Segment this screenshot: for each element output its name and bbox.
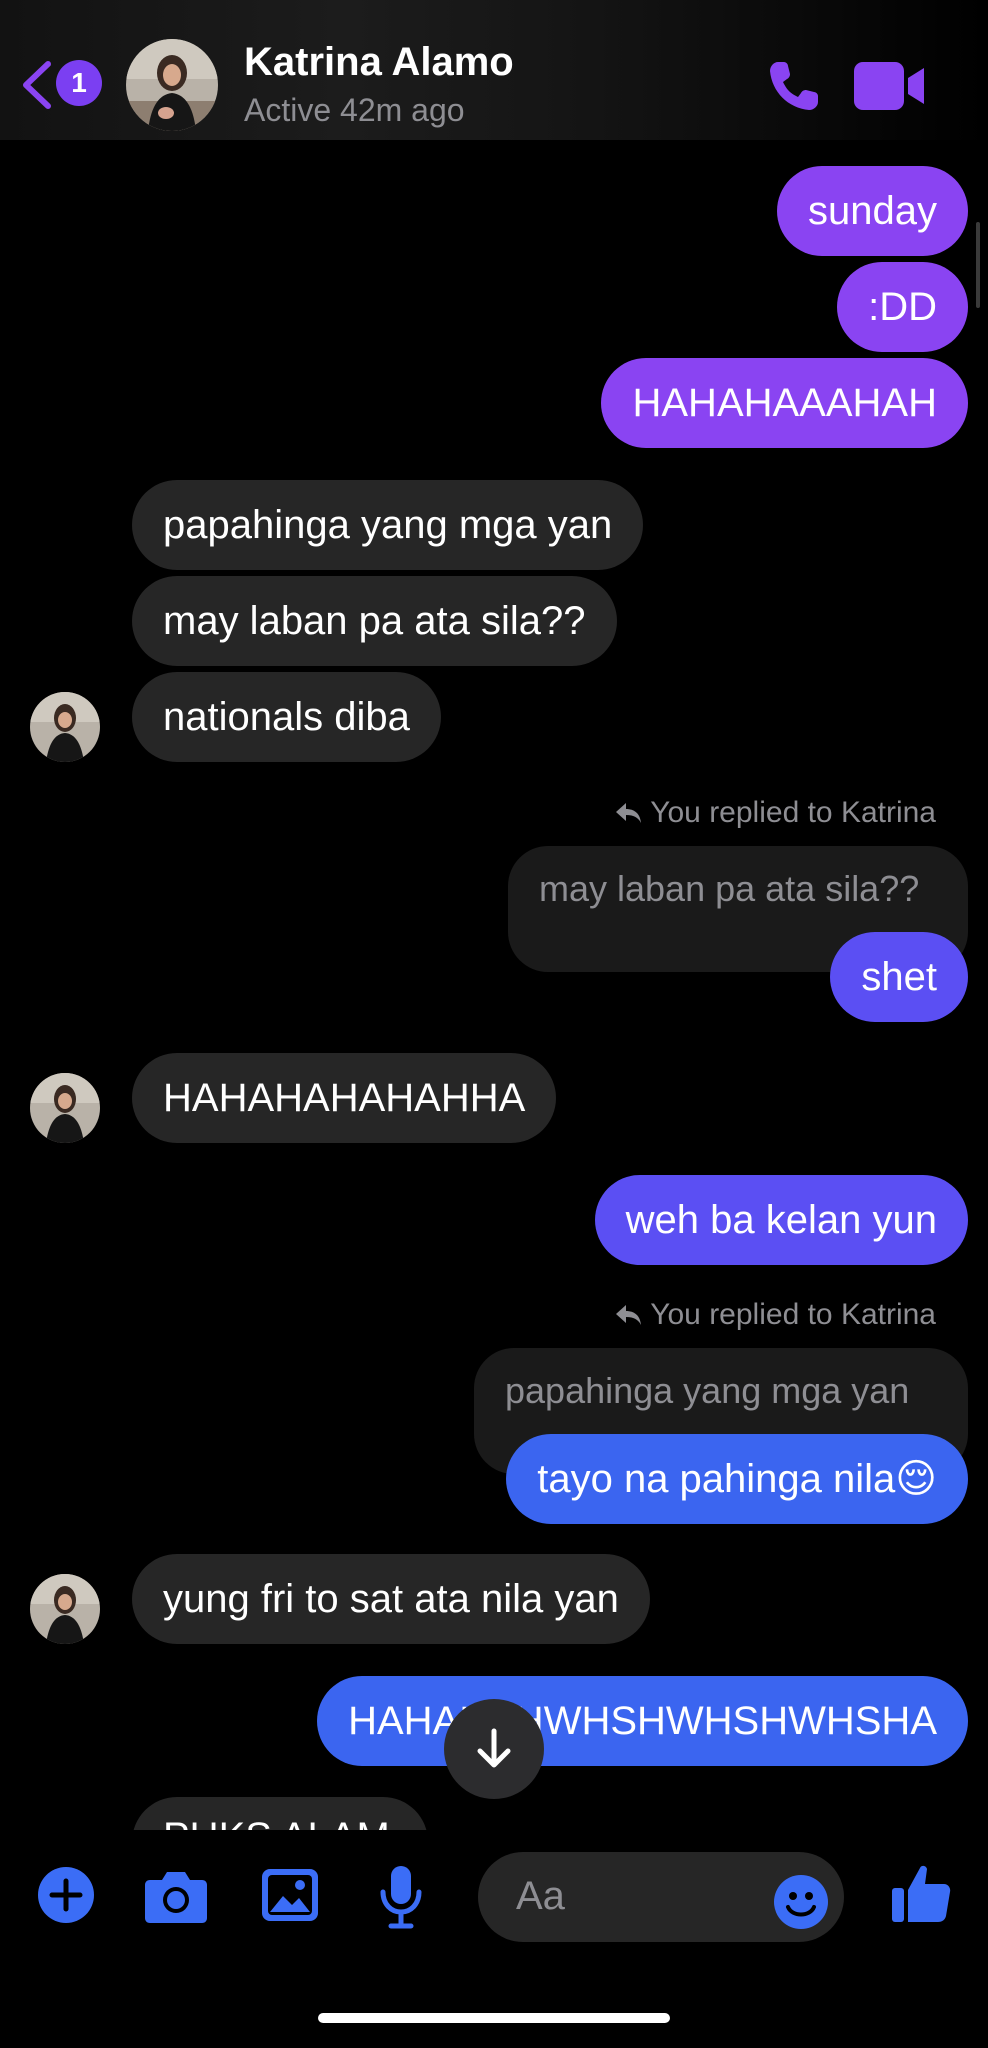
image-icon bbox=[262, 1869, 318, 1921]
phone-icon bbox=[770, 62, 818, 110]
incoming-message[interactable]: yung fri to sat ata nila yan bbox=[132, 1554, 650, 1644]
back-button[interactable]: 1 bbox=[20, 52, 110, 116]
video-call-button[interactable] bbox=[852, 58, 928, 114]
active-status: Active 42m ago bbox=[244, 92, 465, 128]
outgoing-message[interactable]: weh ba kelan yun bbox=[594, 1175, 968, 1265]
outgoing-message[interactable]: :DD bbox=[837, 262, 968, 352]
incoming-message[interactable]: may laban pa ata sila?? bbox=[132, 576, 617, 666]
outgoing-message[interactable]: HAHAHAAAHAH bbox=[601, 358, 968, 448]
reply-indicator: You replied to Katrina bbox=[614, 1298, 936, 1332]
reply-label-text: You replied to Katrina bbox=[650, 1298, 936, 1331]
outgoing-message[interactable]: HAHAHAHWHSHWHSHWHSHA bbox=[317, 1676, 968, 1766]
message-input-placeholder: Aa bbox=[516, 1874, 565, 1918]
scroll-to-bottom-button[interactable] bbox=[444, 1699, 544, 1799]
arrow-down-icon bbox=[477, 1728, 511, 1768]
gallery-button[interactable] bbox=[261, 1868, 319, 1922]
camera-icon bbox=[145, 1872, 207, 1923]
outgoing-message[interactable]: sunday bbox=[777, 166, 968, 256]
microphone-icon bbox=[380, 1866, 422, 1929]
thumbs-up-icon bbox=[892, 1865, 951, 1922]
outgoing-message[interactable]: shet bbox=[830, 932, 968, 1022]
contact-avatar-small[interactable] bbox=[30, 692, 100, 762]
smiley-icon bbox=[774, 1875, 828, 1929]
home-indicator[interactable] bbox=[318, 2013, 670, 2023]
voice-message-button[interactable] bbox=[378, 1864, 424, 1930]
incoming-message[interactable]: HAHAHAHAHAHHA bbox=[132, 1053, 557, 1143]
camera-button[interactable] bbox=[144, 1868, 208, 1924]
incoming-message[interactable]: papahinga yang mga yan bbox=[132, 480, 644, 570]
contact-avatar-small[interactable] bbox=[30, 1574, 100, 1644]
contact-name[interactable]: Katrina Alamo bbox=[244, 40, 514, 85]
avatar-photo bbox=[30, 1073, 100, 1143]
reply-arrow-icon bbox=[616, 1305, 642, 1325]
scrollbar-thumb[interactable] bbox=[976, 222, 980, 308]
chat-header: 1 Katrina Alamo Active 42m ago bbox=[0, 0, 988, 140]
avatar-photo bbox=[30, 1574, 100, 1644]
contact-avatar-small[interactable] bbox=[30, 1073, 100, 1143]
more-actions-button[interactable] bbox=[37, 1866, 95, 1924]
reply-label-text: You replied to Katrina bbox=[650, 796, 936, 829]
like-button[interactable] bbox=[890, 1862, 952, 1924]
incoming-message[interactable]: nationals diba bbox=[132, 672, 441, 762]
plus-icon bbox=[38, 1867, 94, 1923]
chevron-left-icon bbox=[23, 61, 51, 109]
video-camera-icon bbox=[854, 62, 924, 110]
avatar-photo bbox=[30, 692, 100, 762]
call-button[interactable] bbox=[764, 56, 824, 116]
contact-avatar[interactable] bbox=[126, 39, 218, 131]
reply-arrow-icon bbox=[616, 803, 642, 823]
avatar-photo bbox=[126, 39, 218, 131]
unread-count-badge: 1 bbox=[56, 60, 102, 106]
outgoing-message[interactable]: tayo na pahinga nila😌 bbox=[506, 1434, 968, 1524]
reply-indicator: You replied to Katrina bbox=[614, 796, 936, 830]
message-composer: Aa bbox=[0, 1830, 988, 2048]
emoji-button[interactable] bbox=[773, 1874, 829, 1930]
